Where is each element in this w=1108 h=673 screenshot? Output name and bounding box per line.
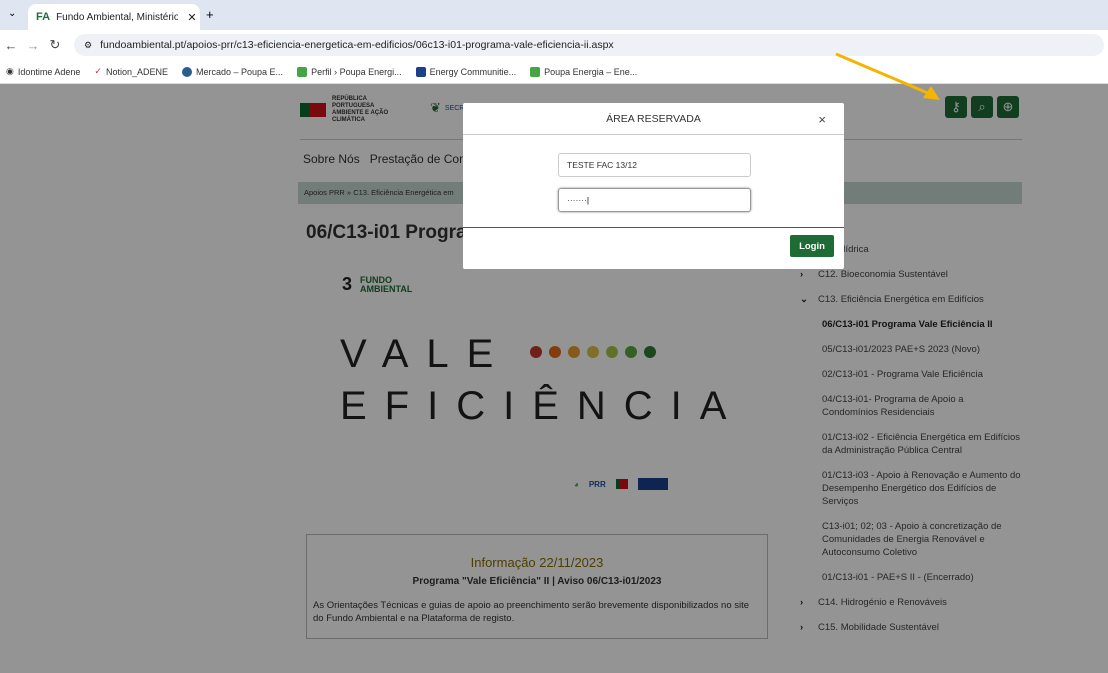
new-tab-icon[interactable]: + — [206, 7, 214, 22]
modal-header: ÁREA RESERVADA × — [463, 103, 844, 135]
forward-icon[interactable]: → — [22, 38, 44, 53]
bookmark-item[interactable]: ◉ Idontime Adene — [6, 66, 80, 77]
url-text: fundoambiental.pt/apoios-prr/c13-eficien… — [100, 39, 614, 51]
tab-list-icon[interactable]: ⌄ — [8, 8, 16, 19]
bookmark-item[interactable]: Poupa Energia – Ene... — [530, 66, 637, 77]
site-info-icon[interactable]: ⚙ — [84, 40, 92, 51]
fa-favicon-icon: FA — [36, 11, 51, 23]
tab-title: Fundo Ambiental, Ministério do — [56, 11, 178, 23]
browser-tab-bar: ⌄ FA Fundo Ambiental, Ministério do ✕ + — [0, 0, 1108, 30]
poupa-icon — [530, 66, 541, 77]
eu-flag-icon — [415, 66, 426, 77]
bookmark-item[interactable]: ✓ Notion_ADENE — [94, 66, 168, 77]
password-field[interactable]: ·······| — [558, 188, 751, 212]
arrow-line — [835, 52, 931, 96]
bookmark-item[interactable]: Energy Communitie... — [415, 66, 516, 77]
modal-divider — [463, 227, 844, 228]
reload-icon[interactable]: ↻ — [44, 37, 66, 53]
modal-title: ÁREA RESERVADA — [606, 112, 701, 125]
browser-tab[interactable]: FA Fundo Ambiental, Ministério do ✕ — [28, 4, 200, 30]
login-modal: ÁREA RESERVADA × TESTE FAC 13/12 ·······… — [463, 103, 844, 269]
login-button[interactable]: Login — [790, 235, 834, 257]
check-icon: ✓ — [94, 66, 102, 76]
bookmark-item[interactable]: Perfil › Poupa Energi... — [297, 66, 402, 77]
wordpress-icon — [182, 66, 192, 77]
tab-close-icon[interactable]: ✕ — [184, 11, 200, 24]
bookmark-item[interactable]: Mercado – Poupa E... — [182, 66, 283, 77]
globe-icon: ◉ — [6, 66, 14, 76]
back-icon[interactable]: ← — [0, 38, 22, 53]
annotation-arrow — [835, 52, 940, 100]
username-field[interactable]: TESTE FAC 13/12 — [558, 153, 751, 177]
close-icon[interactable]: × — [818, 112, 826, 127]
poupa-icon — [297, 66, 308, 77]
